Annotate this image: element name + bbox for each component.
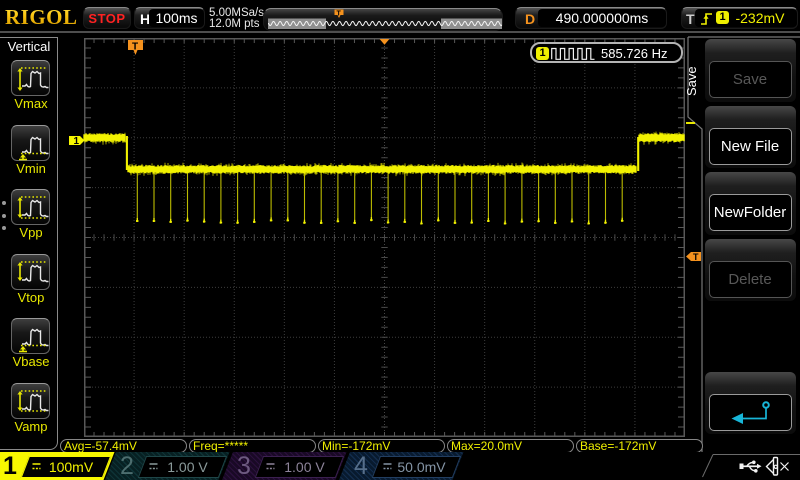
svg-text:1: 1 <box>74 136 80 147</box>
svg-text:T: T <box>132 42 138 53</box>
svg-text:T: T <box>693 252 699 262</box>
svg-text:T: T <box>337 10 342 17</box>
